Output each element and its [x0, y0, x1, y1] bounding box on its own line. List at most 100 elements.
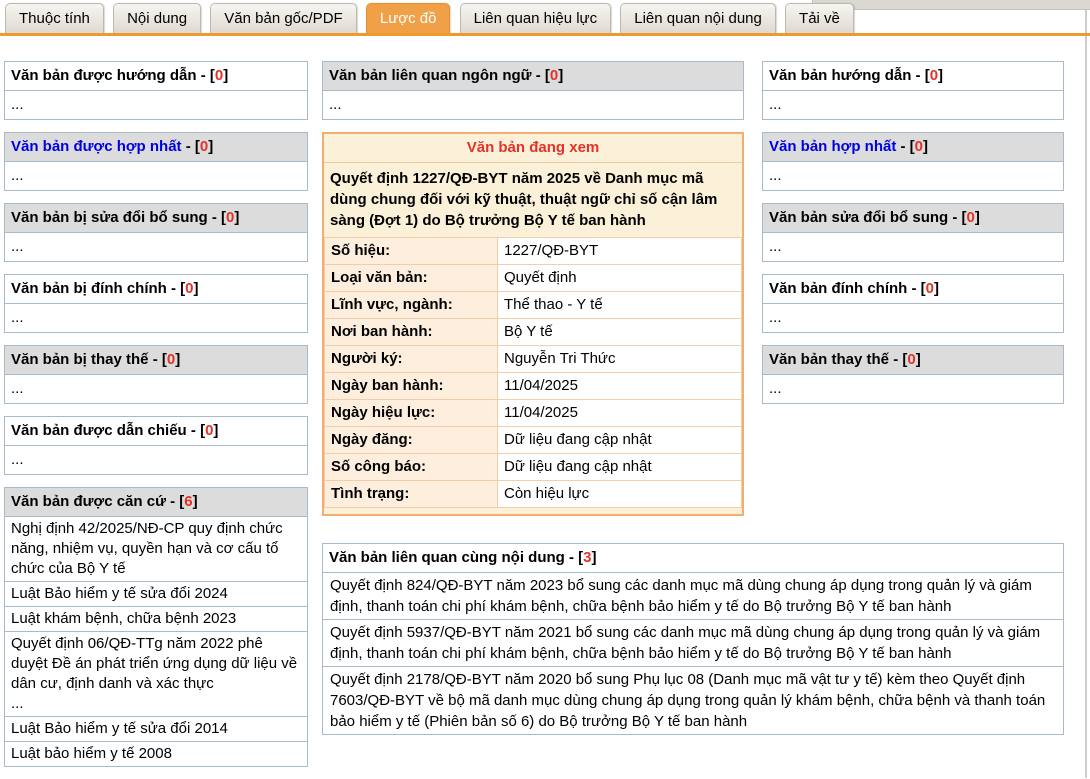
- box-header: Văn bản sửa đổi bổ sung - [0]: [763, 204, 1063, 233]
- box-label: Văn bản sửa đổi bổ sung: [769, 209, 948, 226]
- tab-bar: Thuộc tính Nội dung Văn bản gốc/PDF Lược…: [0, 0, 1090, 33]
- count-badge: 0: [215, 67, 223, 84]
- field-label-noi-ban-hanh: Nơi ban hành:: [325, 319, 498, 346]
- count-open-bracket: - [: [208, 209, 226, 226]
- count-close-bracket: ]: [934, 280, 939, 297]
- box-label: Văn bản bị thay thế: [11, 351, 149, 368]
- box-header: Văn bản hướng dẫn - [0]: [763, 62, 1063, 91]
- field-label-tinh-trang: Tình trạng:: [325, 481, 498, 508]
- box-label[interactable]: Văn bản hợp nhất: [769, 138, 896, 155]
- count-close-bracket: ]: [938, 67, 943, 84]
- field-value-loai-van-ban: Quyết định: [498, 265, 742, 292]
- box-header: Văn bản được dẫn chiếu - [0]: [5, 417, 307, 446]
- field-label-ngay-ban-hanh: Ngày ban hành:: [325, 373, 498, 400]
- relation-box-guiding-documents: Văn bản hướng dẫn - [0] ...: [762, 61, 1064, 120]
- count-open-bracket: - [: [896, 138, 914, 155]
- count-close-bracket: ]: [916, 351, 921, 368]
- tab-content[interactable]: Nội dung: [113, 3, 201, 34]
- relation-box-replacing: Văn bản thay thế - [0] ...: [762, 345, 1064, 404]
- box-header: Văn bản được căn cứ - [6]: [5, 488, 307, 517]
- current-document-title: Quyết định 1227/QĐ-BYT năm 2025 về Danh …: [324, 163, 742, 237]
- document-link[interactable]: Luật Bảo hiểm y tế sửa đổi 2024: [5, 581, 307, 606]
- count-open-bracket: - [: [907, 280, 925, 297]
- relation-box-correcting: Văn bản đính chính - [0] ...: [762, 274, 1064, 333]
- relation-box-referenced: Văn bản được dẫn chiếu - [0] ...: [4, 416, 308, 475]
- box-header: Văn bản bị sửa đổi bổ sung - [0]: [5, 204, 307, 233]
- box-header: Văn bản liên quan cùng nội dung - [3]: [323, 544, 1063, 573]
- field-value-so-cong-bao: Dữ liệu đang cập nhật: [498, 454, 742, 481]
- count-open-bracket: - [: [911, 67, 929, 84]
- tab-diagram[interactable]: Lược đồ: [366, 3, 451, 34]
- relation-box-consolidated-source: Văn bản được hợp nhất - [0] ...: [4, 132, 308, 191]
- table-row: Số công báo: Dữ liệu đang cập nhật: [325, 454, 742, 481]
- empty-placeholder: ...: [5, 91, 307, 119]
- relation-box-consolidated: Văn bản hợp nhất - [0] ...: [762, 132, 1064, 191]
- box-header: Văn bản hợp nhất - [0]: [763, 133, 1063, 162]
- field-value-ngay-ban-hanh: 11/04/2025: [498, 373, 742, 400]
- tab-content-relations[interactable]: Liên quan nội dung: [620, 3, 776, 34]
- box-header: Văn bản được hợp nhất - [0]: [5, 133, 307, 162]
- count-badge: 0: [907, 351, 915, 368]
- field-value-so-hieu: 1227/QĐ-BYT: [498, 238, 742, 265]
- count-close-bracket: ]: [213, 422, 218, 439]
- box-header: Văn bản bị thay thế - [0]: [5, 346, 307, 375]
- field-value-ngay-hieu-luc: 11/04/2025: [498, 400, 742, 427]
- box-header: Văn bản được hướng dẫn - [0]: [5, 62, 307, 91]
- table-row: Ngày đăng: Dữ liệu đang cập nhật: [325, 427, 742, 454]
- count-close-bracket: ]: [223, 67, 228, 84]
- table-row: Loại văn bản: Quyết định: [325, 265, 742, 292]
- relation-box-amended-by: Văn bản bị sửa đổi bổ sung - [0] ...: [4, 203, 308, 262]
- tab-effect-relations[interactable]: Liên quan hiệu lực: [460, 3, 611, 34]
- empty-placeholder: ...: [763, 375, 1063, 403]
- box-label: Văn bản liên quan ngôn ngữ: [329, 67, 532, 84]
- document-link[interactable]: Nghị định 42/2025/NĐ-CP quy định chức nă…: [5, 517, 307, 581]
- relation-box-legal-basis: Văn bản được căn cứ - [6] Nghị định 42/2…: [4, 487, 308, 767]
- count-open-bracket: - [: [167, 280, 185, 297]
- empty-placeholder: ...: [5, 375, 307, 403]
- box-label: Văn bản thay thế: [769, 351, 889, 368]
- box-label: Văn bản hướng dẫn: [769, 67, 911, 84]
- count-badge: 0: [167, 351, 175, 368]
- empty-placeholder: ...: [763, 91, 1063, 119]
- field-label-so-cong-bao: Số công báo:: [325, 454, 498, 481]
- document-link[interactable]: Luật Bảo hiểm y tế sửa đổi 2014: [5, 716, 307, 741]
- document-link[interactable]: Quyết định 06/QĐ-TTg năm 2022 phê duyệt …: [5, 631, 307, 716]
- count-badge: 0: [200, 138, 208, 155]
- count-badge: 3: [583, 549, 591, 566]
- left-relations-column: Văn bản được hướng dẫn - [0] ... Văn bản…: [4, 61, 308, 779]
- box-label: Văn bản được dẫn chiếu: [11, 422, 187, 439]
- empty-placeholder: ...: [5, 162, 307, 190]
- tab-download[interactable]: Tải về: [785, 3, 854, 34]
- count-open-bracket: - [: [187, 422, 205, 439]
- field-label-ngay-dang: Ngày đăng:: [325, 427, 498, 454]
- box-label[interactable]: Văn bản được hợp nhất: [11, 138, 182, 155]
- empty-placeholder: ...: [5, 233, 307, 261]
- tab-original-pdf[interactable]: Văn bản gốc/PDF: [210, 3, 356, 34]
- document-link[interactable]: Quyết định 5937/QĐ-BYT năm 2021 bổ sung …: [323, 619, 1063, 666]
- box-label: Văn bản bị đính chính: [11, 280, 167, 297]
- count-badge: 0: [967, 209, 975, 226]
- right-relations-column: Văn bản hướng dẫn - [0] ... Văn bản hợp …: [762, 61, 1064, 416]
- count-badge: 0: [915, 138, 923, 155]
- document-link[interactable]: Quyết định 2178/QĐ-BYT năm 2020 bổ sung …: [323, 666, 1063, 734]
- count-open-bracket: - [: [182, 138, 200, 155]
- count-open-bracket: - [: [565, 549, 583, 566]
- field-value-ngay-dang: Dữ liệu đang cập nhật: [498, 427, 742, 454]
- count-close-bracket: ]: [193, 493, 198, 510]
- field-label-linh-vuc: Lĩnh vực, ngành:: [325, 292, 498, 319]
- count-badge: 0: [185, 280, 193, 297]
- document-link[interactable]: Luật bảo hiểm y tế 2008: [5, 741, 307, 766]
- count-open-bracket: - [: [149, 351, 167, 368]
- box-label: Văn bản đính chính: [769, 280, 907, 297]
- field-value-nguoi-ky: Nguyễn Tri Thức: [498, 346, 742, 373]
- empty-placeholder: ...: [763, 304, 1063, 332]
- page-right-border: [1085, 10, 1087, 778]
- document-link[interactable]: Quyết định 824/QĐ-BYT năm 2023 bổ sung c…: [323, 573, 1063, 619]
- field-label-loai-van-ban: Loại văn bản:: [325, 265, 498, 292]
- box-header: Văn bản bị đính chính - [0]: [5, 275, 307, 304]
- box-label: Văn bản bị sửa đổi bổ sung: [11, 209, 208, 226]
- current-document-box: Văn bản đang xem Quyết định 1227/QĐ-BYT …: [322, 132, 744, 516]
- document-link[interactable]: Luật khám bệnh, chữa bệnh 2023: [5, 606, 307, 631]
- tab-properties[interactable]: Thuộc tính: [5, 3, 104, 34]
- relation-box-language: Văn bản liên quan ngôn ngữ - [0] ...: [322, 61, 744, 120]
